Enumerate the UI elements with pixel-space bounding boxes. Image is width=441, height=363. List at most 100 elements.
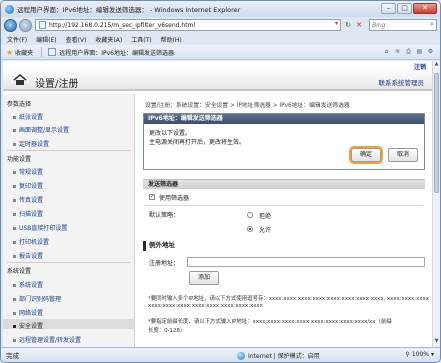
sidebar-item-system[interactable]: 系统设置: [13, 280, 43, 289]
status-bar: 完成 Internet | 保护模式：启用 ⚲ 100% ▾: [1, 347, 440, 362]
menu-help[interactable]: 帮助(H): [161, 35, 182, 44]
menu-edit[interactable]: 编辑(E): [36, 35, 56, 44]
stop-icon[interactable]: ✕: [354, 20, 364, 30]
edit-filter-panel: IPv6地址：编辑发送筛选器 更改以下设置。 主电源关闭再打开后，更改将生效。 …: [143, 113, 425, 170]
back-button[interactable]: ‹: [4, 18, 17, 32]
contact-admin-link[interactable]: 联系系统管理员: [379, 77, 425, 87]
sidebar-item-report[interactable]: 报告设置: [13, 251, 43, 260]
window-title: 远程用户界面：IPv6地址：编辑发送筛选器： - Windows Interne…: [17, 6, 241, 14]
window-controls: – □ ✕: [380, 3, 437, 14]
page-banner: 设置/注册 联系系统管理员: [3, 71, 432, 91]
tools-menu-icon[interactable]: ⚙: [425, 48, 436, 57]
restart-note: 主电源关闭再打开后，更改将生效。: [149, 139, 246, 146]
sidebar-divider: [7, 150, 130, 151]
page-title: 设置/注册: [35, 79, 79, 90]
row-divider: [145, 205, 423, 206]
home-icon[interactable]: ⌂: [381, 48, 392, 57]
forward-button[interactable]: ›: [19, 18, 32, 32]
logout-link[interactable]: 注销: [414, 62, 426, 71]
search-placeholder: Bing: [372, 21, 386, 29]
sidebar-group-function: 功能设置: [7, 156, 32, 163]
policy-deny-radio[interactable]: [247, 212, 253, 218]
close-button[interactable]: ✕: [413, 3, 437, 14]
sidebar-item-fax[interactable]: 传真设置: [13, 195, 43, 204]
zoom-control[interactable]: ⚲ 100% ▾: [405, 351, 434, 358]
zone-text: Internet | 保护模式：启用: [248, 353, 320, 360]
sidebar-item-security[interactable]: 安全设置: [13, 321, 43, 330]
favorites-star-icon[interactable]: ★: [6, 48, 13, 57]
menu-favorites[interactable]: 收藏夹(A): [95, 35, 122, 44]
scroll-down-icon[interactable]: ▼: [433, 338, 440, 347]
sidebar-divider: [7, 262, 130, 263]
sidebar-item-copy[interactable]: 复印设置: [13, 181, 43, 190]
page-icon: [39, 21, 46, 29]
menu-bar: 文件(F) 编辑(E) 查看(V) 收藏夹(A) 工具(T) 帮助(H): [1, 34, 440, 45]
breadcrumb[interactable]: 设置/注册：系统设置：安全设置 > IP地址筛选器 > IPv6地址：编辑发送筛…: [145, 100, 350, 109]
sidebar-group-preferences: 参数选择: [7, 101, 32, 108]
zoom-magnifier-icon: ⚲: [405, 351, 410, 358]
address-bar[interactable]: http://192.168.0.215/m_sec_ipfilter_v6se…: [35, 19, 341, 31]
minimize-button[interactable]: –: [381, 3, 396, 14]
maximize-button[interactable]: □: [397, 3, 412, 14]
feeds-icon[interactable]: ≋: [392, 48, 403, 57]
refresh-icon[interactable]: ↻: [343, 20, 353, 30]
default-policy-label: 默认策略：: [149, 212, 180, 219]
search-input[interactable]: Bing ⌕: [369, 19, 437, 31]
sidebar-item-printer[interactable]: 打印机设置: [13, 237, 49, 246]
url-text[interactable]: http://192.168.0.215/m_sec_ipfilter_v6se…: [49, 22, 195, 29]
note-prefix-range: 长度：0-128）: [148, 328, 186, 334]
policy-deny-label: 拒绝: [259, 213, 272, 220]
register-address-label: 注册地址：: [149, 260, 180, 267]
sidebar: 参数选择 纸张设置 画面调整/显示设置 定时器设置 功能设置 常规设置 复印设置…: [3, 94, 135, 347]
policy-allow-radio[interactable]: [247, 226, 253, 232]
menu-tools[interactable]: 工具(T): [131, 35, 151, 44]
ok-button[interactable]: 确定: [351, 148, 381, 162]
sidebar-item-display[interactable]: 画面调整/显示设置: [13, 125, 69, 134]
sidebar-item-paper[interactable]: 纸张设置: [13, 112, 43, 121]
sidebar-item-department-id[interactable]: 部门识别码管理: [13, 294, 61, 303]
tab-page-icon: [48, 48, 57, 56]
panel-title: IPv6地址：编辑发送筛选器: [144, 114, 424, 124]
note-prefix-length: *要指定前缀长度，请以下方式输入IP地址：xxxx:xxxx:xxxx:xxxx…: [148, 319, 392, 325]
menu-file[interactable]: 文件(F): [7, 35, 27, 44]
internet-zone-icon: [237, 351, 245, 360]
send-filter-section-header: 发送筛选器: [143, 179, 425, 189]
scroll-thumb[interactable]: [434, 73, 439, 193]
exception-address-header: 例外地址: [143, 241, 425, 251]
title-bar: 远程用户界面：IPv6地址：编辑发送筛选器： - Windows Interne…: [1, 1, 440, 17]
zoom-level[interactable]: 100%: [412, 351, 429, 358]
vertical-scrollbar[interactable]: ▲ ▼: [432, 61, 440, 347]
search-icon[interactable]: ⌕: [430, 20, 434, 29]
page-content: 注销 设置/注册 联系系统管理员 参数选择 纸张设置 画面调整/显示设置 定时器…: [3, 61, 432, 347]
command-bar: ⌂ ≋ ⎙ ▤ ⚙: [381, 48, 436, 57]
sidebar-group-system: 系统设置: [7, 268, 32, 275]
sidebar-item-usb-print[interactable]: USB直接打印设置: [13, 223, 67, 232]
sidebar-item-network[interactable]: 网络设置: [13, 308, 43, 317]
page-menu-icon[interactable]: ▤: [414, 48, 425, 57]
tab-title[interactable]: 远程用户界面：IPv6地址：编辑发送筛选器: [59, 48, 174, 57]
sidebar-item-timer[interactable]: 定时器设置: [13, 139, 49, 148]
page-header: 注销: [3, 61, 432, 71]
security-zone: Internet | 保护模式：启用: [237, 351, 320, 360]
sidebar-item-remote-management[interactable]: 远程管理设置/转发设置: [13, 335, 81, 344]
menu-view[interactable]: 查看(V): [66, 35, 87, 44]
address-row: ‹ › http://192.168.0.215/m_sec_ipfilter_…: [1, 17, 440, 33]
instruction-text: 更改以下设置。: [149, 130, 192, 137]
scroll-up-icon[interactable]: ▲: [433, 61, 440, 70]
register-address-input[interactable]: [187, 257, 425, 267]
use-filter-checkbox[interactable]: ✓: [149, 194, 155, 200]
favorites-separator: [41, 47, 43, 57]
sidebar-item-scan[interactable]: 扫描设置: [13, 209, 43, 218]
sidebar-item-general[interactable]: 常规设置: [13, 167, 43, 176]
cancel-button[interactable]: 取消: [388, 148, 418, 162]
print-icon[interactable]: ⎙: [403, 48, 414, 57]
status-text: 完成: [6, 352, 19, 360]
zoom-dropdown-icon[interactable]: ▾: [431, 351, 434, 358]
favorites-button[interactable]: 收藏夹: [15, 48, 33, 57]
favorites-bar: ★ 收藏夹 远程用户界面：IPv6地址：编辑发送筛选器 ⌂ ≋ ⎙ ▤ ⚙: [1, 45, 440, 60]
home-page-icon[interactable]: [13, 74, 27, 86]
address-dropdown-icon[interactable]: ▾: [335, 20, 338, 27]
add-button[interactable]: 添加: [189, 271, 219, 285]
use-filter-label: 使用筛选器: [159, 195, 190, 202]
address-tools: ↻ ✕: [343, 20, 365, 30]
